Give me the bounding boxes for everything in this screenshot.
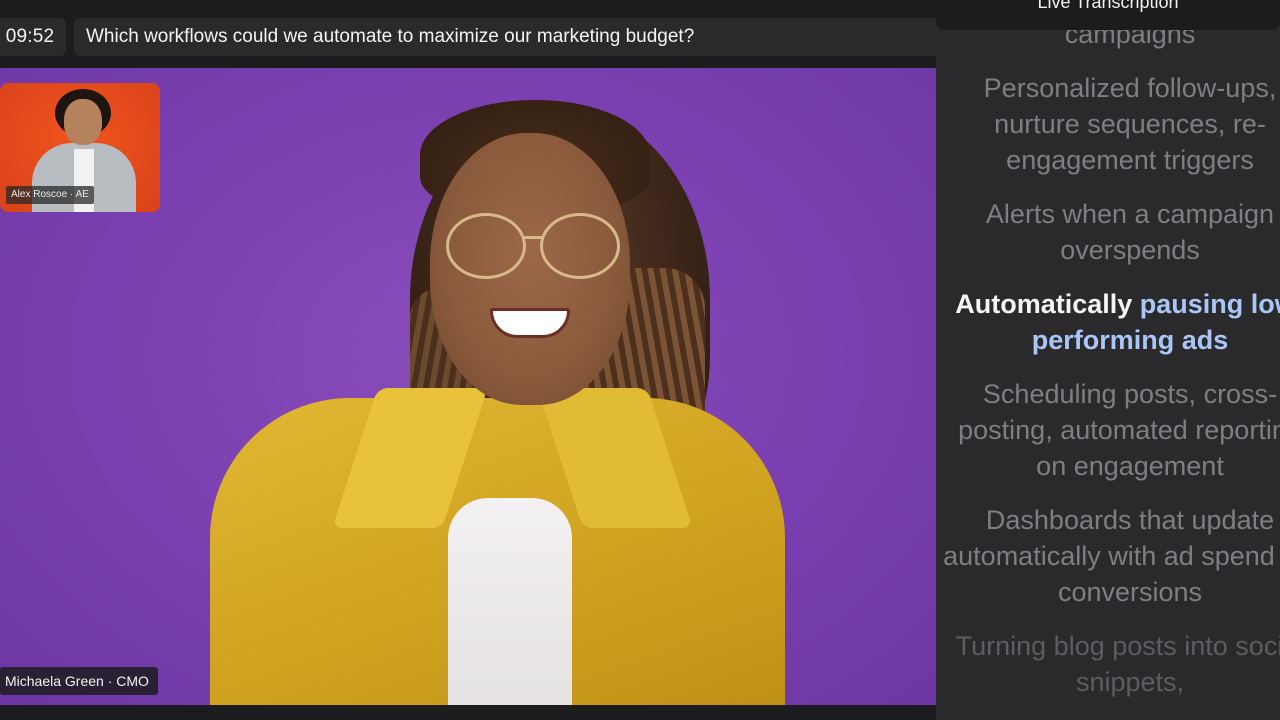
transcription-panel[interactable]: Live Transcription campaigns Personalize…: [936, 0, 1280, 720]
glasses-bridge: [524, 236, 542, 239]
pip-participant-name-tag: Alex Roscoe · AE: [6, 186, 94, 204]
transcript-line-active: Automatically pausing low-performing ads: [936, 286, 1280, 358]
transcript-line: Scheduling posts, cross-posting, automat…: [958, 379, 1280, 481]
glasses-left-lens: [446, 213, 526, 279]
transcription-title: Live Transcription: [936, 0, 1280, 30]
transcript-line: Turning blog posts into social snippets,: [955, 631, 1280, 697]
glasses-right-lens: [540, 213, 620, 279]
transcript-line: Personalized follow-ups, nurture sequenc…: [983, 73, 1277, 175]
call-timer: 09:52: [0, 18, 66, 56]
transcript-line: Alerts when a campaign overspends: [985, 199, 1275, 265]
top-bar: 09:52 Which workflows could we automate …: [0, 0, 964, 68]
transcript-list: campaigns Personalized follow-ups, nurtu…: [936, 16, 1280, 718]
active-line-plain: Automatically: [955, 289, 1140, 319]
current-question: Which workflows could we automate to max…: [74, 18, 964, 56]
meeting-app: 09:52 Which workflows could we automate …: [0, 0, 1280, 720]
video-bottom-bar: [0, 705, 936, 720]
main-participant-name-tag: Michaela Green · CMO: [0, 667, 158, 695]
transcript-line: Dashboards that update automatically wit…: [943, 505, 1280, 607]
speaker-tshirt: [448, 498, 572, 705]
pip-person-face: [64, 99, 102, 145]
